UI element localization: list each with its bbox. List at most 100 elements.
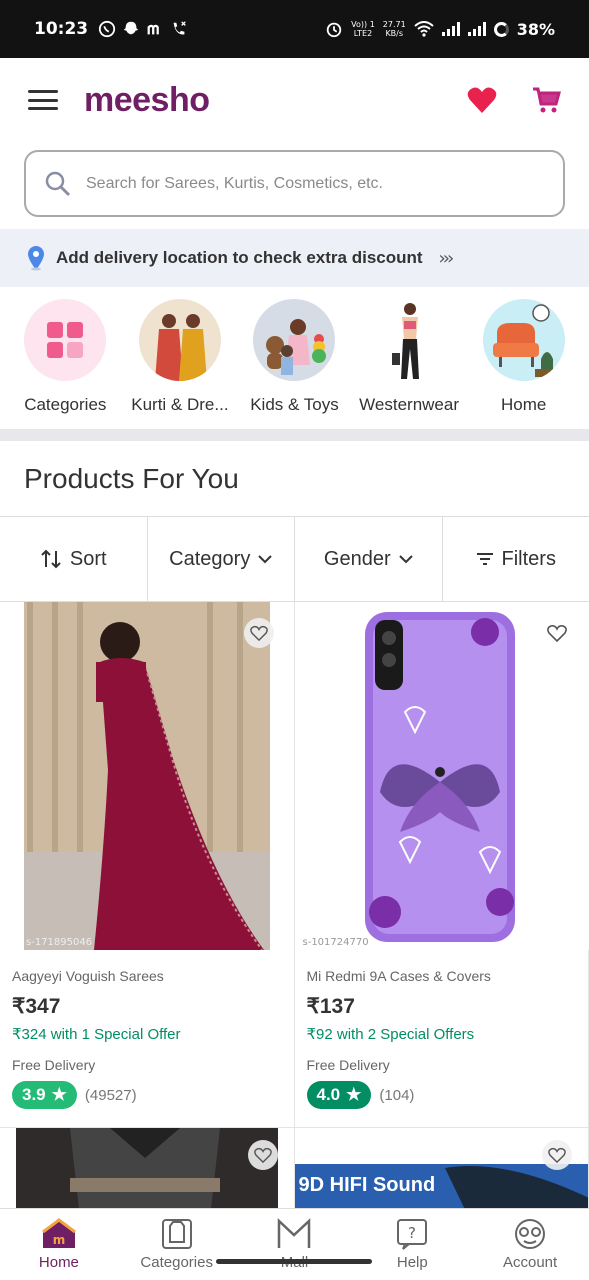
special-offer: ₹92 with 2 Special Offers (306, 1026, 475, 1043)
wishlist-heart-icon[interactable] (467, 86, 497, 114)
review-count: (104) (379, 1086, 415, 1104)
meesho-home-screen: 10:23 Vo)) 1LTE2 27.71KB/s 38% meesho (0, 0, 589, 1280)
category-label: Kids & Toys (250, 395, 339, 414)
menu-icon[interactable] (28, 90, 58, 110)
wishlist-button[interactable] (247, 1140, 278, 1170)
star-icon: ★ (51, 1085, 67, 1104)
wifi-icon (414, 21, 434, 37)
filters-button[interactable]: Filters (443, 517, 589, 601)
product-price: ₹347 (12, 995, 61, 1018)
categories-grid-icon (24, 299, 107, 381)
svg-text:m: m (53, 1233, 66, 1247)
free-delivery: Free Delivery (306, 1057, 390, 1073)
search-icon (45, 171, 71, 196)
product-card-partial[interactable] (0, 1128, 295, 1218)
filters-label: Filters (501, 547, 556, 570)
wishlist-button[interactable] (542, 618, 572, 648)
category-filter-button[interactable]: Category (148, 517, 295, 601)
wishlist-button[interactable] (243, 618, 274, 648)
signal-icon-2 (467, 22, 486, 36)
battery-icon (493, 21, 509, 37)
product-grid: s-171895046 Aagyeyi Voguish Sarees ₹347 … (0, 602, 589, 1218)
heart-outline-icon (547, 625, 567, 642)
chevrons-icon: ››› (438, 247, 455, 269)
category-filter-label: Category (169, 547, 251, 570)
westernwear-thumbnail (368, 299, 451, 381)
category-item-categories[interactable]: Categories (8, 299, 123, 429)
nav-label: Account (502, 1254, 558, 1271)
product-price: ₹137 (306, 995, 355, 1018)
category-item-home[interactable]: Home (466, 299, 581, 429)
chevron-down-icon (398, 555, 413, 564)
product-image: s-101724770 (294, 602, 589, 950)
nav-categories[interactable]: Categories (118, 1209, 236, 1280)
gender-filter-button[interactable]: Gender (295, 517, 443, 601)
product-card[interactable]: s-171895046 Aagyeyi Voguish Sarees ₹347 … (0, 602, 295, 1128)
category-item-kurti[interactable]: Kurti & Dre... (123, 299, 238, 429)
rating-badge: 3.9 ★ (12, 1081, 77, 1109)
nav-home[interactable]: m Home (0, 1209, 118, 1280)
heart-outline-icon (548, 1147, 566, 1163)
system-status: Vo)) 1 LTE2 27.71 KB/s 38% (325, 20, 555, 39)
category-carousel: Categories Kurti & Dre... Kids & Toys We… (0, 287, 589, 429)
signal-icon (441, 22, 460, 36)
product-code: s-171895046 (26, 937, 93, 948)
rating-badge: 4.0 ★ (306, 1081, 372, 1109)
category-item-westernwear[interactable]: Westernwear (352, 299, 467, 429)
product-image (16, 1128, 278, 1218)
kurti-thumbnail (138, 299, 221, 381)
status-bar: 10:23 Vo)) 1 LTE2 27.71 KB/s 38% (0, 0, 589, 58)
whatsapp-icon (99, 20, 116, 38)
nav-mall[interactable]: Mall (236, 1209, 354, 1280)
app-header: meesho (0, 58, 589, 142)
special-offer: ₹324 with 1 Special Offer (12, 1026, 181, 1043)
nav-help[interactable]: ? Help (353, 1209, 471, 1280)
product-image: s-171895046 (0, 602, 294, 950)
svg-text:?: ? (408, 1224, 416, 1242)
search-placeholder: Search for Sarees, Kurtis, Cosmetics, et… (86, 174, 383, 192)
nav-account[interactable]: Account (471, 1209, 589, 1280)
home-icon: m (41, 1218, 76, 1248)
product-card[interactable]: s-101724770 Mi Redmi 9A Cases & Covers ₹… (294, 602, 589, 1128)
category-label: Kurti & Dre... (131, 395, 229, 414)
bottom-navigation: m Home Categories Mall ? Help Account (0, 1208, 589, 1280)
product-info: Mi Redmi 9A Cases & Covers ₹137 ₹92 with… (306, 968, 579, 1109)
star-icon: ★ (346, 1085, 362, 1104)
rating-row: 3.9 ★ (49527) (12, 1081, 284, 1109)
home-thumbnail (482, 299, 565, 381)
category-label: Home (500, 395, 547, 414)
missed-call-icon (173, 21, 186, 35)
header-actions (467, 86, 561, 114)
review-count: (49527) (84, 1086, 137, 1104)
search-bar[interactable]: Search for Sarees, Kurtis, Cosmetics, et… (24, 150, 565, 217)
product-title: Mi Redmi 9A Cases & Covers (306, 968, 491, 984)
heart-outline-icon (253, 1147, 272, 1163)
meesho-logo[interactable]: meesho (84, 81, 210, 120)
location-pin-icon (28, 246, 44, 271)
network-type: Vo)) 1 LTE2 (351, 20, 375, 38)
mall-icon (278, 1218, 311, 1248)
sort-label: Sort (69, 547, 107, 570)
product-info: Aagyeyi Voguish Sarees ₹347 ₹324 with 1 … (12, 968, 284, 1109)
gesture-home-bar[interactable] (216, 1259, 372, 1264)
battery-level: 38% (516, 19, 555, 39)
heart-outline-icon (249, 625, 268, 641)
banner-text: 9D HIFI Sound (298, 1174, 436, 1196)
account-icon (515, 1219, 546, 1249)
free-delivery: Free Delivery (12, 1057, 96, 1073)
wishlist-button[interactable] (542, 1140, 572, 1170)
sort-button[interactable]: Sort (0, 517, 148, 601)
product-code: s-101724770 (302, 937, 369, 948)
alarm-icon (326, 22, 342, 38)
rating-row: 4.0 ★ (104) (306, 1081, 579, 1109)
product-card-partial[interactable]: 9D HIFI Sound (294, 1128, 589, 1218)
category-item-kids-toys[interactable]: Kids & Toys (237, 299, 352, 429)
category-label: Westernwear (359, 395, 459, 414)
cart-icon[interactable] (531, 86, 561, 114)
nav-label: Help (396, 1254, 428, 1271)
categories-icon (161, 1219, 192, 1249)
nav-label: Categories (140, 1254, 213, 1271)
delivery-location-banner[interactable]: Add delivery location to check extra dis… (0, 229, 589, 287)
kids-toys-thumbnail (253, 299, 336, 381)
filter-bar: Sort Category Gender Filters (0, 517, 589, 602)
